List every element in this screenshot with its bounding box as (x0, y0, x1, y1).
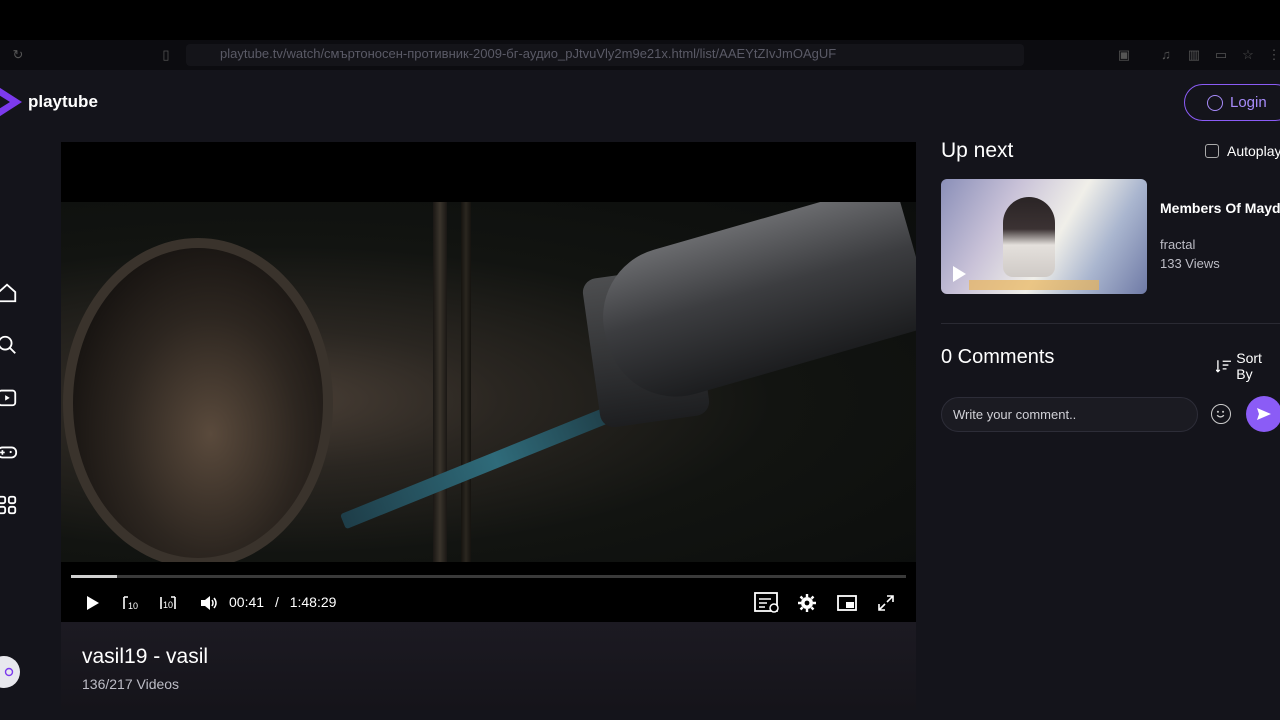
volume-button[interactable] (197, 592, 221, 614)
comment-input[interactable] (941, 397, 1198, 432)
site-header (0, 70, 1280, 134)
miniplayer-icon (837, 595, 857, 611)
favorites-icon[interactable]: ☆ (1240, 47, 1256, 63)
subscriptions-icon[interactable] (0, 386, 18, 408)
recommended-title[interactable]: Members Of Mayday - We Ar... (1160, 200, 1280, 217)
send-comment-button[interactable] (1246, 396, 1280, 432)
settings-button[interactable] (796, 592, 818, 614)
categories-icon[interactable] (0, 494, 18, 516)
send-icon (1257, 408, 1271, 420)
subtitles-settings-icon (754, 592, 779, 613)
gear-icon (798, 594, 816, 612)
video-frame[interactable] (61, 202, 916, 562)
sun-icon (4, 667, 14, 677)
music-icon[interactable]: ♫ (1158, 47, 1174, 63)
magnifier-lens (63, 238, 333, 562)
autoplay-toggle[interactable]: Autoplay (1205, 143, 1280, 159)
progress-fill (71, 575, 117, 578)
search-icon[interactable] (0, 334, 18, 356)
video-title: vasil19 - vasil (82, 645, 209, 668)
extension-icon[interactable]: ▣ (1116, 47, 1132, 63)
playlist-count: 136/217 Videos (82, 676, 180, 692)
sort-by-label: Sort By (1236, 350, 1262, 382)
address-url[interactable]: playtube.tv/watch/смъртоносен-противник-… (220, 46, 920, 62)
login-button[interactable]: Login (1184, 84, 1280, 121)
progress-bar[interactable] (71, 575, 906, 578)
gaming-icon[interactable] (0, 441, 18, 463)
reload-icon[interactable]: ↻ (10, 47, 26, 63)
sort-by-button[interactable]: Sort By (1216, 350, 1280, 382)
fullscreen-button[interactable] (875, 592, 897, 614)
forward-10-button[interactable]: 10 (157, 592, 181, 614)
subtitles-settings-button[interactable] (753, 592, 781, 614)
video-player[interactable]: 10 10 00:41 / 1:48:29 (61, 142, 916, 622)
svg-text:10: 10 (163, 600, 173, 610)
time-separator: / (274, 594, 279, 610)
up-next-heading: Up next (941, 139, 1014, 162)
volume-icon (201, 596, 217, 610)
current-time: 00:41 (229, 594, 265, 610)
recommended-thumbnail[interactable] (941, 179, 1147, 294)
autoplay-label: Autoplay (1227, 143, 1280, 159)
robot-arm (586, 202, 916, 414)
forward-10-icon: 10 (160, 596, 176, 610)
rewind-10-button[interactable]: 10 (119, 592, 141, 614)
play-icon (953, 266, 966, 282)
sort-icon (1216, 360, 1232, 373)
play-button[interactable] (81, 592, 103, 614)
recommended-channel[interactable]: fractal (1160, 237, 1195, 252)
miniplayer-button[interactable] (835, 592, 859, 614)
home-icon[interactable] (0, 282, 18, 304)
time-display: 00:41 / 1:48:29 (229, 594, 336, 610)
autoplay-checkbox[interactable] (1205, 144, 1219, 158)
fullscreen-icon (878, 595, 894, 611)
rewind-10-icon: 10 (123, 596, 138, 611)
user-icon (1207, 94, 1223, 111)
logo-text[interactable]: playtube (28, 92, 98, 112)
duration: 1:48:29 (289, 594, 337, 610)
browser-titlebar (0, 0, 1280, 40)
sidebar-toggle-icon[interactable]: ▥ (1186, 47, 1202, 63)
wallet-icon[interactable]: ▭ (1213, 47, 1229, 63)
menu-icon[interactable]: ⋮ (1266, 47, 1280, 63)
emoji-icon[interactable] (1211, 404, 1231, 424)
left-sidebar (0, 134, 40, 720)
divider (941, 323, 1280, 324)
svg-text:10: 10 (128, 601, 138, 611)
comments-heading: 0 Comments (941, 346, 1055, 368)
recommended-views: 133 Views (1160, 256, 1220, 271)
play-icon (87, 596, 99, 610)
bookmark-icon[interactable]: ▯ (158, 47, 174, 63)
login-label: Login (1230, 94, 1267, 111)
